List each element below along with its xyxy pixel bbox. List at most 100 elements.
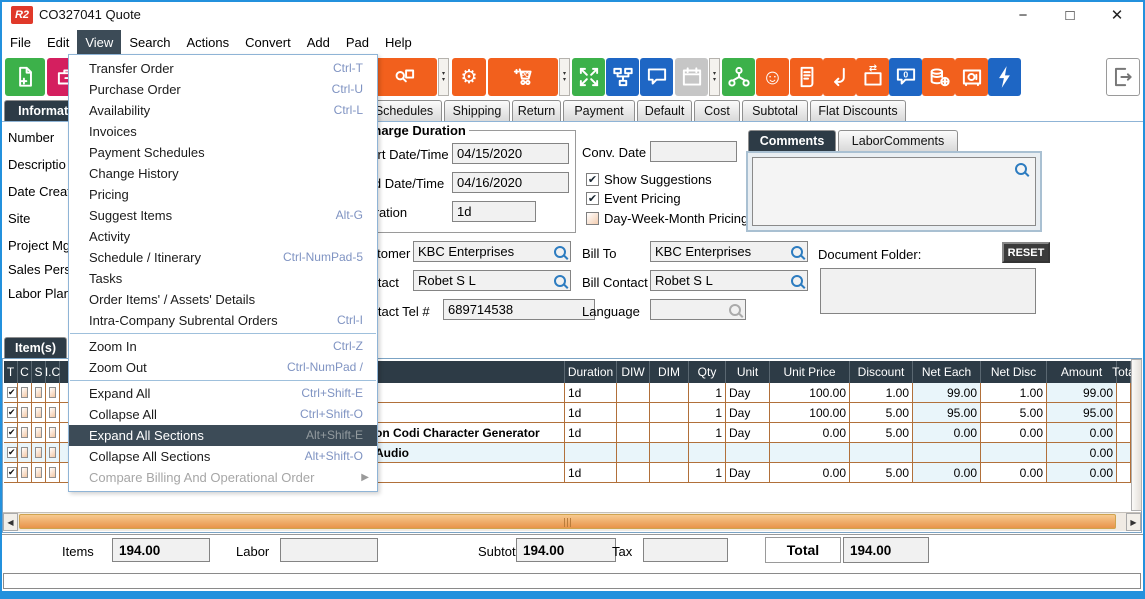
- cell-net_each[interactable]: [913, 443, 981, 463]
- cell-unit_price[interactable]: 0.00: [770, 463, 850, 483]
- menu-help[interactable]: Help: [377, 30, 420, 54]
- cell-discount[interactable]: 5.00: [850, 403, 913, 423]
- column-header-discount[interactable]: Discount: [850, 361, 913, 383]
- checkbox-icon[interactable]: [21, 387, 28, 398]
- menu-add[interactable]: Add: [299, 30, 338, 54]
- cell-dim[interactable]: [650, 463, 689, 483]
- conv-date-field[interactable]: [650, 141, 737, 162]
- tab-payment[interactable]: Payment: [563, 100, 635, 121]
- menu-edit[interactable]: Edit: [39, 30, 77, 54]
- tab-labor-comments[interactable]: LaborComments: [838, 130, 958, 151]
- menu-convert[interactable]: Convert: [237, 30, 299, 54]
- checkbox-icon[interactable]: [35, 387, 42, 398]
- cell-qty[interactable]: 1: [689, 463, 726, 483]
- language-field[interactable]: [650, 299, 746, 320]
- cell-dim[interactable]: [650, 403, 689, 423]
- cell-unit[interactable]: Day: [726, 403, 770, 423]
- checkbox-icon[interactable]: [21, 447, 28, 458]
- checkbox-show-suggestions[interactable]: ✔: [586, 173, 599, 186]
- column-header-diw[interactable]: DIW: [617, 361, 650, 383]
- cell-discount[interactable]: 5.00: [850, 423, 913, 443]
- cell-amount[interactable]: 0.00: [1047, 443, 1117, 463]
- cell-net_each[interactable]: 0.00: [913, 423, 981, 443]
- gears-icon[interactable]: ⚙: [452, 58, 486, 96]
- row-checkbox-cell[interactable]: [46, 443, 60, 463]
- column-header-tota[interactable]: Tota: [1117, 361, 1131, 383]
- checkbox-icon[interactable]: [21, 407, 28, 418]
- menu-item-zoom-in[interactable]: Zoom InCtrl-Z: [69, 336, 377, 357]
- hierarchy-icon[interactable]: [722, 58, 755, 96]
- cell-net_disc[interactable]: 0.00: [981, 463, 1047, 483]
- column-header-amount[interactable]: Amount: [1047, 361, 1117, 383]
- cell-qty[interactable]: 1: [689, 423, 726, 443]
- menu-item-purchase-order[interactable]: Purchase OrderCtrl-U: [69, 79, 377, 100]
- cell-diw[interactable]: [617, 403, 650, 423]
- cell-net_each[interactable]: 95.00: [913, 403, 981, 423]
- row-checkbox-cell[interactable]: ✔: [4, 463, 18, 483]
- tab-subtotal[interactable]: Subtotal: [742, 100, 808, 121]
- menu-item-collapse-all[interactable]: Collapse AllCtrl+Shift-O: [69, 404, 377, 425]
- exit-icon[interactable]: [1106, 58, 1140, 96]
- menu-item-collapse-all-sections[interactable]: Collapse All SectionsAlt+Shift-O: [69, 446, 377, 467]
- document-folder-box[interactable]: [820, 268, 1036, 314]
- checkbox-icon[interactable]: [49, 407, 56, 418]
- menu-item-payment-schedules[interactable]: Payment Schedules: [69, 142, 377, 163]
- customer-search-icon[interactable]: [554, 246, 566, 258]
- column-header-duration[interactable]: Duration: [565, 361, 617, 383]
- comments-search-icon[interactable]: [1015, 163, 1027, 175]
- customer-field[interactable]: KBC Enterprises: [413, 241, 571, 262]
- cell-unit_price[interactable]: 100.00: [770, 403, 850, 423]
- menu-item-invoices[interactable]: Invoices: [69, 121, 377, 142]
- cell-diw[interactable]: [617, 423, 650, 443]
- grand-total-field[interactable]: 194.00: [843, 537, 929, 563]
- tab-shipping[interactable]: Shipping: [444, 100, 510, 121]
- cell-total[interactable]: [1117, 383, 1131, 403]
- menu-item-activity[interactable]: Activity: [69, 226, 377, 247]
- checkbox-icon[interactable]: [35, 467, 42, 478]
- column-header-dim[interactable]: DIM: [650, 361, 689, 383]
- tab-default[interactable]: Default: [637, 100, 692, 121]
- tab-comments[interactable]: Comments: [748, 130, 836, 151]
- row-checkbox-cell[interactable]: [32, 423, 46, 443]
- return-icon[interactable]: [823, 58, 856, 96]
- row-checkbox-cell[interactable]: [32, 403, 46, 423]
- row-checkbox-cell[interactable]: [18, 463, 32, 483]
- cell-dim[interactable]: [650, 423, 689, 443]
- cell-unit_price[interactable]: 0.00: [770, 423, 850, 443]
- menu-item-change-history[interactable]: Change History: [69, 163, 377, 184]
- column-header-i-c[interactable]: I.C: [46, 361, 60, 383]
- bill-to-field[interactable]: KBC Enterprises: [650, 241, 808, 262]
- checkbox-checked-icon[interactable]: ✔: [7, 387, 17, 398]
- menu-item-schedule-itinerary[interactable]: Schedule / ItineraryCtrl-NumPad-5: [69, 247, 377, 268]
- cell-unit[interactable]: Day: [726, 463, 770, 483]
- cell-amount[interactable]: 0.00: [1047, 463, 1117, 483]
- checkbox-icon[interactable]: [35, 447, 42, 458]
- workflow-icon[interactable]: [606, 58, 639, 96]
- checkbox-checked-icon[interactable]: ✔: [7, 467, 17, 478]
- cell-diw[interactable]: [617, 443, 650, 463]
- comment-icon[interactable]: [640, 58, 673, 96]
- cell-total[interactable]: [1117, 443, 1131, 463]
- cell-dim[interactable]: [650, 383, 689, 403]
- cell-discount[interactable]: [850, 443, 913, 463]
- menu-file[interactable]: File: [2, 30, 39, 54]
- cell-net_each[interactable]: 0.00: [913, 463, 981, 483]
- cell-qty[interactable]: [689, 443, 726, 463]
- notes-icon[interactable]: [790, 58, 823, 96]
- menu-view[interactable]: View: [77, 30, 121, 54]
- contact-search-icon[interactable]: [554, 275, 566, 287]
- row-checkbox-cell[interactable]: [46, 383, 60, 403]
- cell-total[interactable]: [1117, 403, 1131, 423]
- tab-flat-discounts[interactable]: Flat Discounts: [810, 100, 906, 121]
- cell-net_disc[interactable]: 0.00: [981, 423, 1047, 443]
- add-purchase-order-icon[interactable]: PO: [488, 58, 558, 96]
- cell-diw[interactable]: [617, 463, 650, 483]
- cell-duration[interactable]: 1d: [565, 463, 617, 483]
- cell-dim[interactable]: [650, 443, 689, 463]
- column-header-t[interactable]: T: [4, 361, 18, 383]
- menu-item-order-items-assets-details[interactable]: Order Items' / Assets' Details: [69, 289, 377, 310]
- lightning-icon[interactable]: [988, 58, 1021, 96]
- column-header-c[interactable]: C: [18, 361, 32, 383]
- menu-item-suggest-items[interactable]: Suggest ItemsAlt-G: [69, 205, 377, 226]
- row-checkbox-cell[interactable]: ✔: [4, 423, 18, 443]
